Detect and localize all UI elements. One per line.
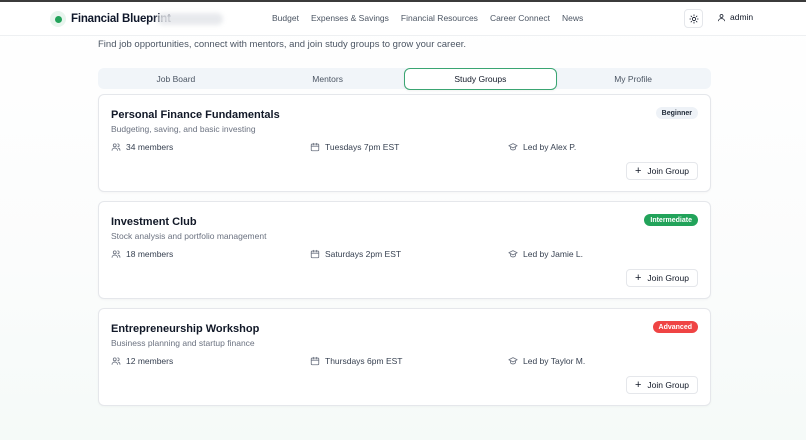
members-count: 34 members [126,142,174,152]
main-nav: Budget Expenses & Savings Financial Reso… [272,13,595,23]
level-badge: Advanced [652,321,698,333]
schedule-text: Tuesdays 7pm EST [325,142,400,152]
join-group-button[interactable]: + Join Group [625,162,698,180]
brand-icon [50,11,66,27]
brand-logo[interactable]: Financial Blueprint [50,9,223,29]
plus-icon: + [634,378,642,391]
members-count: 18 members [126,249,174,259]
leader-info: Led by Alex P. [508,142,576,152]
schedule-info: Thursdays 6pm EST [310,356,402,366]
study-group-card: Investment Club Stock analysis and portf… [98,201,711,299]
users-icon [111,356,121,366]
schedule-text: Thursdays 6pm EST [325,356,403,366]
tab-mentors[interactable]: Mentors [252,68,404,89]
nav-link-financial-resources[interactable]: Financial Resources [401,13,478,23]
calendar-icon [310,356,320,366]
members-info: 18 members [111,249,173,259]
members-count: 12 members [126,356,174,366]
user-menu[interactable]: admin [717,12,753,22]
schedule-text: Saturdays 2pm EST [325,249,402,259]
graduation-cap-icon [508,142,518,152]
tab-my-profile[interactable]: My Profile [557,68,709,89]
members-info: 34 members [111,142,173,152]
join-group-button[interactable]: + Join Group [625,269,698,287]
group-description: Stock analysis and portfolio management [111,231,267,241]
theme-toggle-button[interactable] [684,9,703,28]
leader-info: Led by Jamie L. [508,249,583,259]
user-name: admin [730,12,754,22]
group-title: Personal Finance Fundamentals [111,109,280,121]
page-subtitle: Find job opportunities, connect with men… [98,39,467,50]
group-title: Investment Club [111,216,197,228]
join-group-label: Join Group [647,380,689,390]
study-group-card: Entrepreneurship Workshop Business plann… [98,308,711,406]
plus-icon: + [634,271,642,284]
section-tabs: Job Board Mentors Study Groups My Profil… [98,67,711,90]
join-group-label: Join Group [647,273,689,283]
user-icon [718,13,725,21]
graduation-cap-icon [508,249,518,259]
users-icon [111,142,121,152]
tab-job-board[interactable]: Job Board [100,68,252,89]
leader-text: Led by Alex P. [523,142,577,152]
level-badge: Intermediate [644,214,698,226]
nav-link-career-connect[interactable]: Career Connect [490,13,550,23]
brand-name: Financial Blueprint [71,13,171,25]
level-badge: Beginner [655,107,698,119]
group-description: Business planning and startup finance [111,338,255,348]
join-group-label: Join Group [647,166,689,176]
join-group-button[interactable]: + Join Group [625,376,698,394]
nav-link-expenses-savings[interactable]: Expenses & Savings [311,13,389,23]
nav-link-budget[interactable]: Budget [272,13,299,23]
plus-icon: + [634,164,642,177]
top-navbar: Financial Blueprint Budget Expenses & Sa… [0,2,806,36]
tab-study-groups[interactable]: Study Groups [403,67,558,90]
blurred-brand-tag [157,13,223,25]
group-title: Entrepreneurship Workshop [111,323,260,335]
schedule-info: Saturdays 2pm EST [310,249,401,259]
members-info: 12 members [111,356,173,366]
nav-link-news[interactable]: News [562,13,583,23]
graduation-cap-icon [508,356,518,366]
sun-icon [688,13,699,24]
leader-info: Led by Taylor M. [508,356,585,366]
schedule-info: Tuesdays 7pm EST [310,142,399,152]
leader-text: Led by Taylor M. [523,356,586,366]
study-group-card: Personal Finance Fundamentals Budgeting,… [98,94,711,192]
users-icon [111,249,121,259]
calendar-icon [310,249,320,259]
leader-text: Led by Jamie L. [523,249,584,259]
calendar-icon [310,142,320,152]
group-description: Budgeting, saving, and basic investing [111,124,256,134]
